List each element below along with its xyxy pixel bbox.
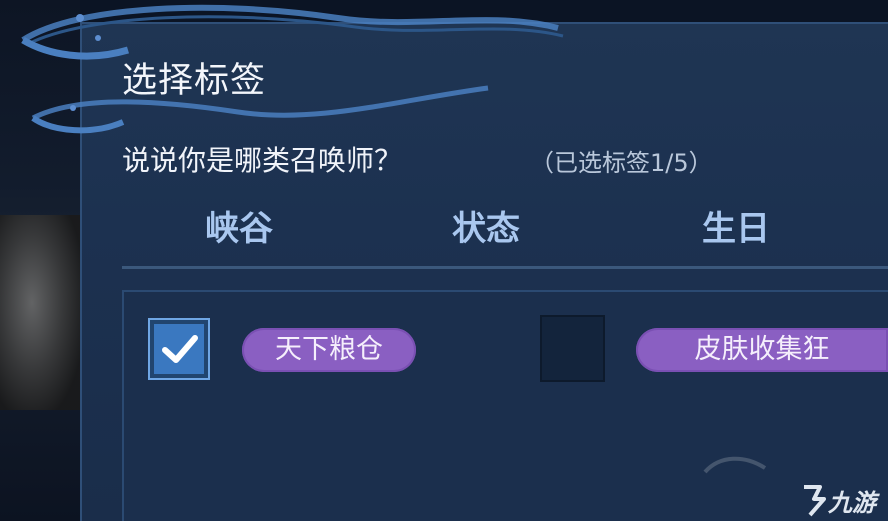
question-text: 说说你是哪类召唤师？	[122, 144, 403, 177]
tag-list-area	[122, 290, 888, 521]
faint-logo-icon	[703, 456, 767, 474]
dialog-title: 选择标签	[122, 61, 267, 101]
watermark-text: 九游	[828, 489, 876, 517]
selected-count: （已选标签1/5）	[530, 149, 713, 177]
checkbox-tag-2[interactable]	[540, 315, 605, 382]
tag-label-1[interactable]: 天下粮仓	[242, 328, 416, 372]
background-portrait	[0, 215, 80, 410]
tag-label-2[interactable]: 皮肤收集狂	[636, 328, 888, 372]
tab-divider	[122, 266, 888, 269]
tab-birthday[interactable]: 生日	[702, 201, 770, 250]
tab-status[interactable]: 状态	[452, 201, 520, 250]
background-top	[80, 0, 888, 22]
check-icon	[162, 335, 198, 363]
tab-canyon[interactable]: 峡谷	[205, 201, 273, 250]
checkbox-tag-1[interactable]	[148, 318, 210, 380]
